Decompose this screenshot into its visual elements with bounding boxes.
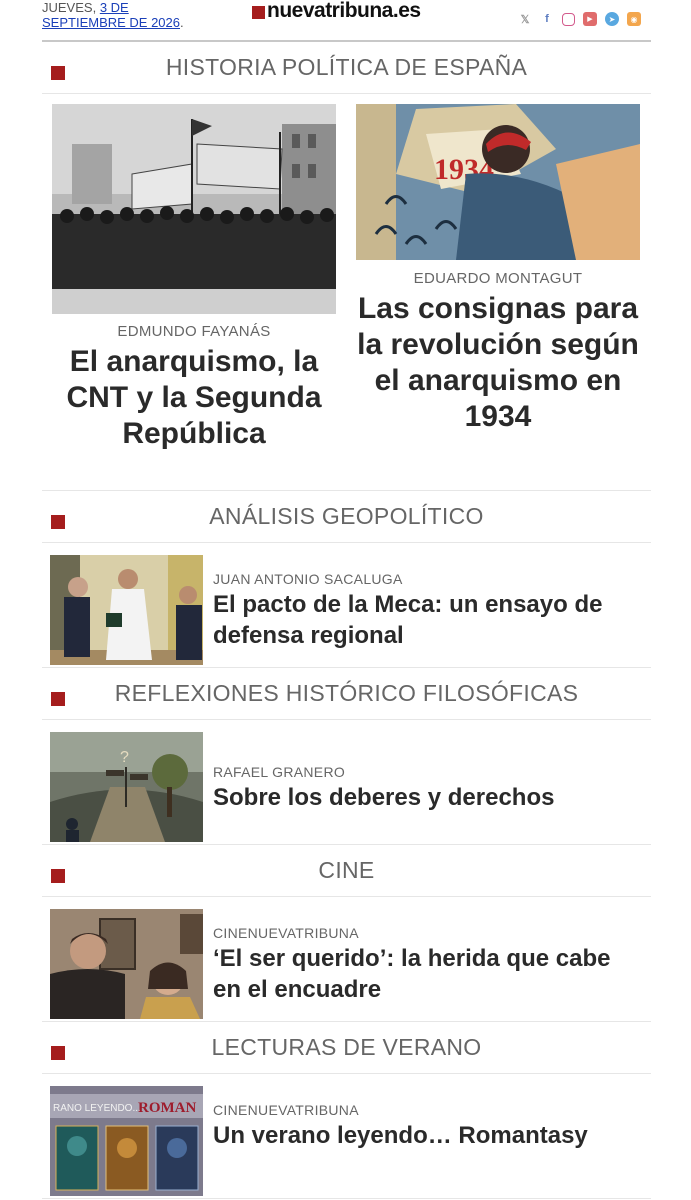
section-title[interactable]: ANÁLISIS GEOPOLÍTICO: [42, 503, 651, 530]
section-heading: ANÁLISIS GEOPOLÍTICO: [42, 491, 651, 543]
banner-text-left: RANO LEYENDO...: [53, 1103, 141, 1114]
list-item[interactable]: ? RAFAEL GRANERO Sobre los deberes y der…: [42, 720, 651, 845]
section-title[interactable]: REFLEXIONES HISTÓRICO FILOSÓFICAS: [42, 680, 651, 707]
date-suffix: .: [180, 15, 184, 30]
article-meta: JUAN ANTONIO SACALUGA El pacto de la Mec…: [213, 571, 643, 651]
logo-text: nuevatribuna.es: [267, 0, 421, 22]
article-author[interactable]: RAFAEL GRANERO: [213, 764, 643, 780]
featured-article[interactable]: EDUARDO MONTAGUT Las consignas para la r…: [356, 270, 640, 435]
article-author[interactable]: EDUARDO MONTAGUT: [356, 270, 640, 287]
section-title[interactable]: LECTURAS DE VERANO: [42, 1034, 651, 1061]
section-title[interactable]: HISTORIA POLÍTICA DE ESPAÑA: [42, 54, 651, 81]
section-title[interactable]: CINE: [42, 857, 651, 884]
logo-square-icon: [252, 5, 265, 19]
article-meta: CINENUEVATRIBUNA Un verano leyendo… Roma…: [213, 1102, 643, 1151]
list-item[interactable]: CINENUEVATRIBUNA ‘El ser querido’: la he…: [42, 897, 651, 1022]
article-headline[interactable]: ‘El ser querido’: la herida que cabe en …: [213, 943, 643, 1005]
article-headline[interactable]: Las consignas para la revolución según e…: [356, 291, 640, 435]
article-headline[interactable]: El anarquismo, la CNT y la Segunda Repúb…: [52, 344, 336, 452]
social-links: 𝕏 f ▶ ➤ ◉: [518, 12, 641, 26]
instagram-icon[interactable]: [562, 12, 575, 26]
section-heading: REFLEXIONES HISTÓRICO FILOSÓFICAS: [42, 668, 651, 720]
x-icon[interactable]: 𝕏: [518, 12, 532, 26]
list-item[interactable]: RANO LEYENDO... ROMAN CINENUEVATRIBUNA U…: [42, 1074, 651, 1199]
date-weekday: JUEVES,: [42, 0, 97, 15]
section-heading: CINE: [42, 845, 651, 897]
article-image-poster[interactable]: 1934: [356, 104, 640, 260]
youtube-icon[interactable]: ▶: [583, 12, 597, 26]
article-meta: RAFAEL GRANERO Sobre los deberes y derec…: [213, 764, 643, 813]
article-author[interactable]: CINENUEVATRIBUNA: [213, 1102, 643, 1118]
site-header: JUEVES, 3 DE SEPTIEMBRE DE 2026. nuevatri…: [0, 0, 691, 40]
article-thumbnail[interactable]: [50, 909, 203, 1019]
article-author[interactable]: CINENUEVATRIBUNA: [213, 925, 643, 941]
article-thumbnail[interactable]: ?: [50, 732, 203, 842]
article-author[interactable]: EDMUNDO FAYANÁS: [52, 323, 336, 340]
article-headline[interactable]: Un verano leyendo… Romantasy: [213, 1120, 643, 1151]
list-item[interactable]: JUAN ANTONIO SACALUGA El pacto de la Mec…: [42, 543, 651, 668]
article-thumbnail[interactable]: RANO LEYENDO... ROMAN: [50, 1086, 203, 1196]
article-thumbnail[interactable]: [50, 555, 203, 665]
article-author[interactable]: JUAN ANTONIO SACALUGA: [213, 571, 643, 587]
banner-text-right: ROMAN: [138, 1100, 196, 1116]
svg-text:?: ?: [120, 749, 129, 766]
telegram-icon[interactable]: ➤: [605, 12, 619, 26]
rss-icon[interactable]: ◉: [627, 12, 641, 26]
article-headline[interactable]: Sobre los deberes y derechos: [213, 782, 643, 813]
article-meta: CINENUEVATRIBUNA ‘El ser querido’: la he…: [213, 925, 643, 1005]
section-heading: HISTORIA POLÍTICA DE ESPAÑA: [42, 42, 651, 94]
site-logo[interactable]: nuevatribuna.es: [252, 0, 421, 22]
section-heading: LECTURAS DE VERANO: [42, 1022, 651, 1074]
facebook-icon[interactable]: f: [540, 12, 554, 26]
article-headline[interactable]: El pacto de la Meca: un ensayo de defens…: [213, 589, 643, 651]
date-display: JUEVES, 3 DE SEPTIEMBRE DE 2026.: [42, 0, 184, 30]
featured-article[interactable]: EDMUNDO FAYANÁS El anarquismo, la CNT y …: [52, 323, 336, 452]
article-image-protest[interactable]: [52, 104, 336, 314]
